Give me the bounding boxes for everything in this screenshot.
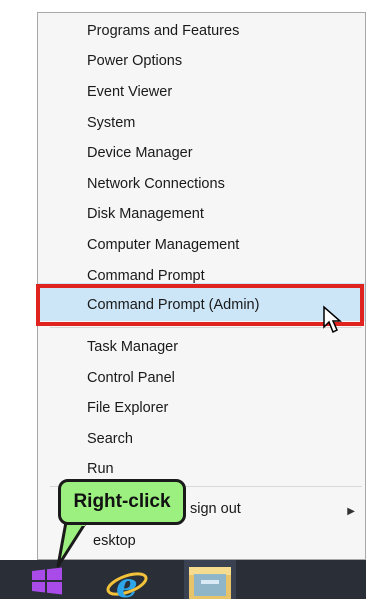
menu-item-control-panel[interactable]: Control Panel bbox=[87, 365, 175, 392]
submenu-arrow-icon: ▶ bbox=[347, 506, 355, 517]
menu-item-power-options[interactable]: Power Options bbox=[87, 48, 182, 75]
file-explorer-icon[interactable] bbox=[184, 560, 236, 599]
menu-item-system[interactable]: System bbox=[87, 110, 135, 137]
menu-separator bbox=[50, 327, 362, 328]
menu-item-search[interactable]: Search bbox=[87, 426, 133, 453]
menu-item-event-viewer[interactable]: Event Viewer bbox=[87, 79, 172, 106]
mouse-cursor-icon bbox=[323, 305, 342, 334]
menu-item-computer-management[interactable]: Computer Management bbox=[87, 232, 239, 259]
menu-item-shut-down-or-sign-out[interactable]: sign out bbox=[190, 496, 241, 523]
windows-start-icon[interactable] bbox=[30, 567, 64, 595]
menu-item-network-connections[interactable]: Network Connections bbox=[87, 171, 225, 198]
annotation-highlight-box bbox=[36, 284, 364, 326]
menu-item-programs-and-features[interactable]: Programs and Features bbox=[87, 18, 239, 45]
menu-item-disk-management[interactable]: Disk Management bbox=[87, 201, 204, 228]
right-click-callout: Right-click bbox=[58, 479, 186, 525]
menu-item-task-manager[interactable]: Task Manager bbox=[87, 334, 178, 361]
internet-explorer-icon[interactable]: e bbox=[100, 562, 154, 599]
menu-item-file-explorer[interactable]: File Explorer bbox=[87, 395, 168, 422]
menu-item-device-manager[interactable]: Device Manager bbox=[87, 140, 193, 167]
svg-text:e: e bbox=[116, 566, 138, 599]
menu-item-desktop[interactable]: esktop bbox=[93, 528, 136, 555]
callout-pointer bbox=[56, 520, 88, 568]
